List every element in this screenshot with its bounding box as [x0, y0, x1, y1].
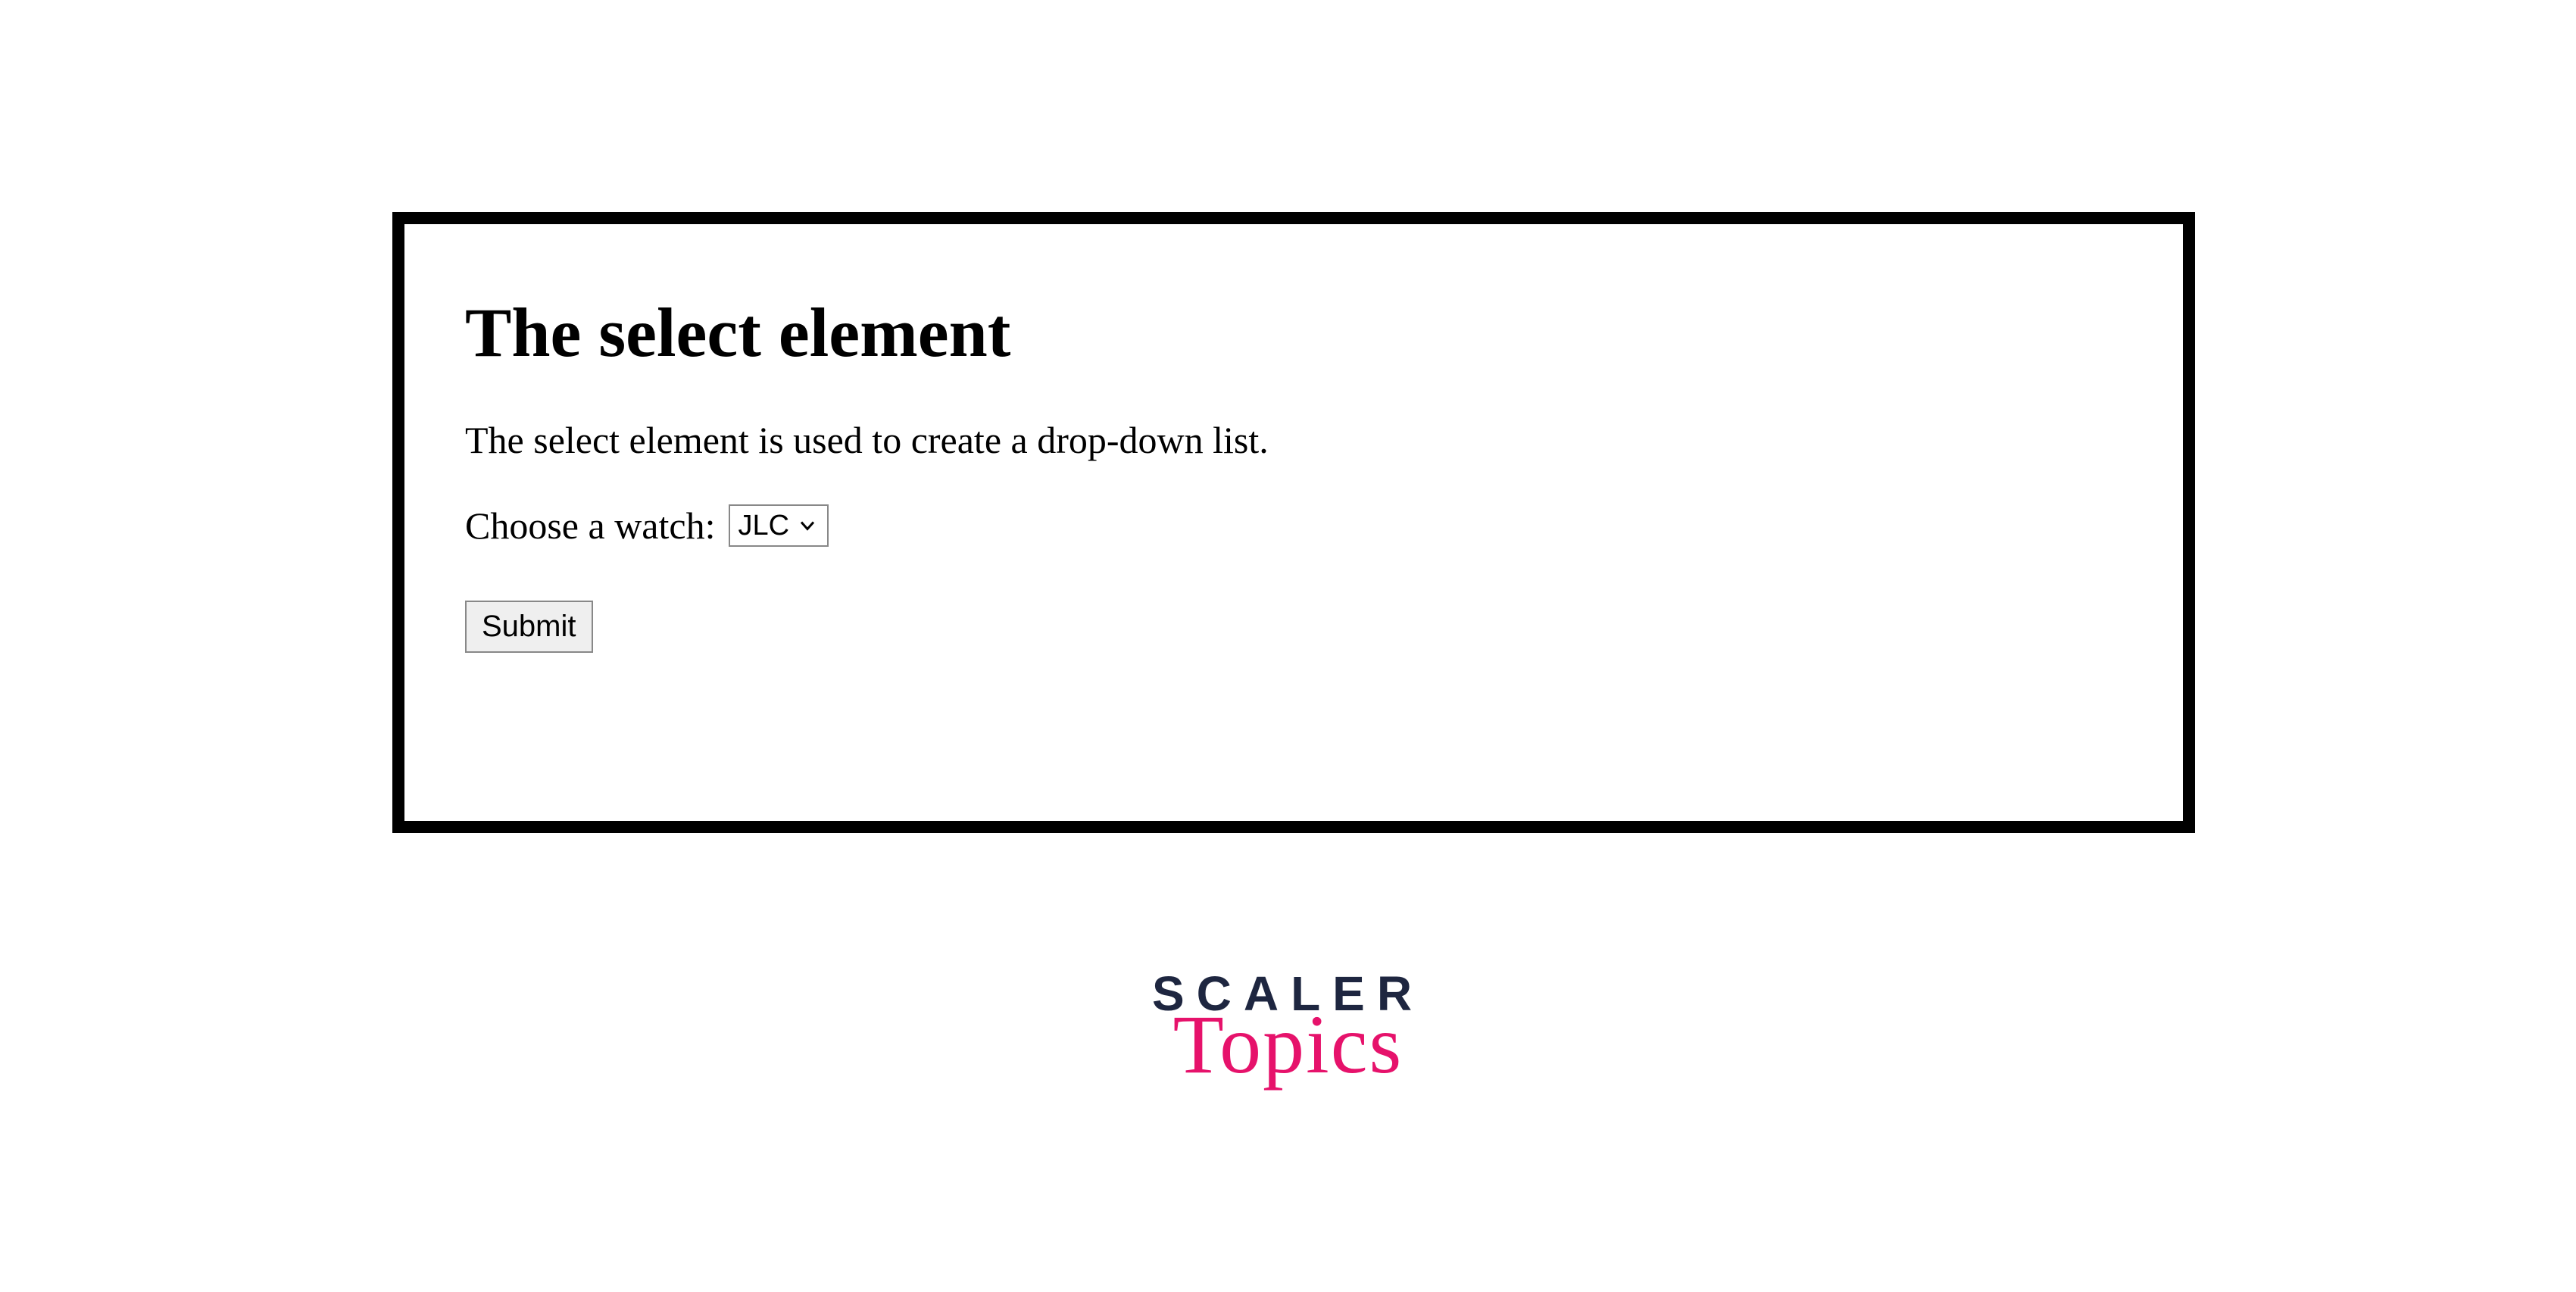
watch-select[interactable]: JLC	[729, 504, 829, 547]
select-value: JLC	[738, 510, 789, 542]
select-label: Choose a watch:	[465, 504, 715, 548]
page-title: The select element	[465, 292, 2122, 373]
logo-line2: Topics	[1152, 1003, 1424, 1086]
chevron-down-icon	[798, 510, 817, 542]
submit-button[interactable]: Submit	[465, 601, 593, 653]
description-text: The select element is used to create a d…	[465, 418, 2122, 462]
scaler-topics-logo: SCALER Topics	[1152, 969, 1424, 1086]
form-row: Choose a watch: JLC	[465, 504, 2122, 548]
example-frame: The select element The select element is…	[392, 212, 2195, 833]
